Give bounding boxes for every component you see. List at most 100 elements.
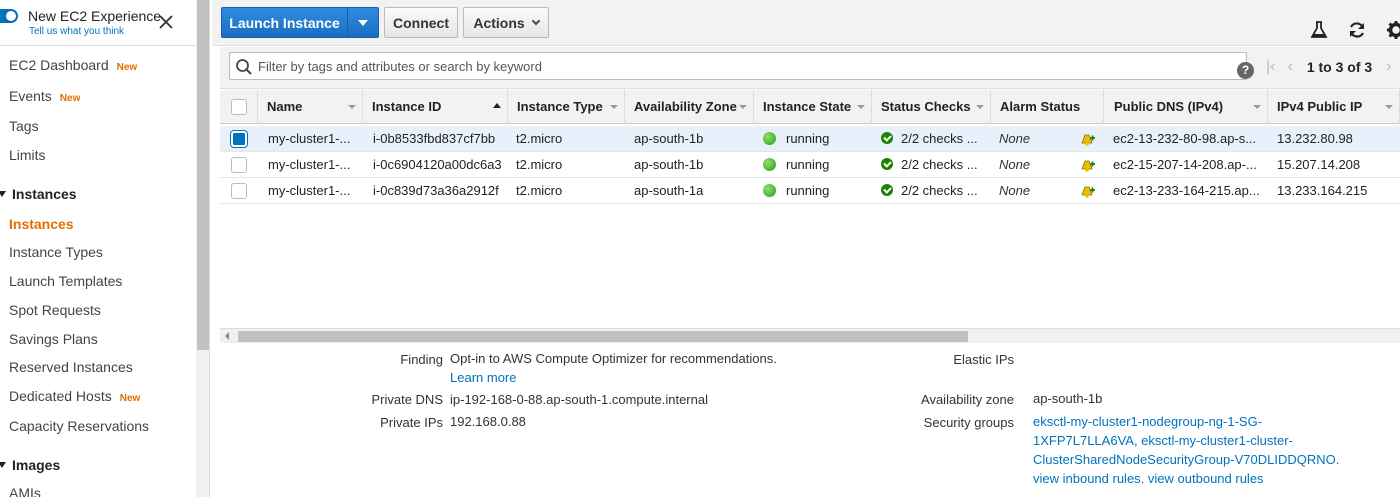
state-label: running [786,183,830,198]
sidebar-item-label: Reserved Instances [9,359,133,375]
column-header-status-checks[interactable]: Status Checks [872,90,991,124]
sidebar-item-capacity-reservations[interactable]: Capacity Reservations [9,418,149,434]
sidebar-item-dedicated-hosts[interactable]: Dedicated Hosts New [9,388,140,404]
launch-instance-dropdown-button[interactable] [347,7,379,38]
checks-label: 2/2 checks ... [901,131,978,146]
sidebar-item-instances[interactable]: Instances [9,216,74,232]
close-icon[interactable] [158,14,174,30]
actions-button[interactable]: Actions [463,7,549,38]
feedback-link[interactable]: Tell us what you think [29,26,124,37]
column-header-availability-zone[interactable]: Availability Zone [625,90,754,124]
cell-name: my-cluster1-... [268,157,351,172]
learn-more-link[interactable]: Learn more [450,370,516,385]
state-label: running [786,157,830,172]
column-label: Instance Type [517,99,603,114]
new-badge: New [59,93,81,104]
scroll-left-icon[interactable] [225,332,229,340]
table-row[interactable]: my-cluster1-... i-0b8533fbd837cf7bb t2.m… [220,126,1400,152]
scrollbar-thumb[interactable] [197,0,209,350]
security-groups-links[interactable]: eksctl-my-cluster1-nodegroup-ng-1-SG- 1X… [1033,412,1339,488]
cell-public-dns: ec2-15-207-14-208.ap-... [1113,157,1257,172]
sidebar-section-images[interactable]: Images [0,457,60,473]
column-header-instance-id[interactable]: Instance ID [363,90,508,124]
help-icon[interactable]: ? [1237,62,1254,79]
rules-links: view inbound rules. view outbound rules [1033,469,1339,488]
availability-zone-value: ap-south-1b [1033,391,1103,406]
cell-instance-state: running [763,126,829,152]
column-header-ipv4-public-ip[interactable]: IPv4 Public IP [1268,90,1400,124]
launch-instance-button[interactable]: Launch Instance [221,7,348,38]
security-groups-label: Security groups [923,415,1014,430]
filter-bar: ? |‹ ‹ 1 to 3 of 3 › [220,47,1400,89]
cell-public-dns: ec2-13-233-164-215.ap... [1113,183,1260,198]
connect-button[interactable]: Connect [384,7,458,38]
gear-icon[interactable] [1386,20,1400,40]
view-outbound-rules-link[interactable]: view outbound rules [1148,471,1264,486]
cell-availability-zone: ap-south-1b [634,131,704,146]
finding-value: Opt-in to AWS Compute Optimizer for reco… [450,351,777,366]
sidebar-item-amis[interactable]: AMIs [9,485,41,497]
select-all-checkbox[interactable] [231,99,247,115]
refresh-icon[interactable] [1347,20,1367,40]
sidebar-item-ec2-dashboard[interactable]: EC2 Dashboard New [9,57,137,73]
column-header-instance-state[interactable]: Instance State [754,90,872,124]
row-checkbox[interactable] [231,131,247,147]
private-ips-label: Private IPs [380,415,443,430]
sidebar-item-savings-plans[interactable]: Savings Plans [9,331,98,347]
table-row[interactable]: my-cluster1-... i-0c6904120a00dc6a3 t2.m… [220,152,1400,178]
chevron-down-icon [531,16,540,25]
security-group-line[interactable]: eksctl-my-cluster1-nodegroup-ng-1-SG- [1033,412,1339,431]
create-alarm-icon[interactable] [1079,132,1095,146]
table-horizontal-scrollbar[interactable] [220,328,1400,343]
sidebar-item-label: AMIs [9,485,41,497]
column-label: IPv4 Public IP [1277,99,1363,114]
caret-down-icon [358,19,368,26]
row-checkbox[interactable] [231,183,247,199]
sidebar-scrollbar[interactable] [196,0,210,497]
create-alarm-icon[interactable] [1079,158,1095,172]
security-group-line[interactable]: ClusterSharedNodeSecurityGroup-V70DLIDDQ… [1033,450,1339,469]
cell-ipv4-public-ip: 13.232.80.98 [1277,131,1353,146]
sidebar-item-events[interactable]: Events New [9,88,80,104]
sidebar-item-instance-types[interactable]: Instance Types [9,244,103,260]
sidebar-item-spot-requests[interactable]: Spot Requests [9,302,101,318]
column-header-name[interactable]: Name [258,90,363,124]
flask-icon[interactable] [1309,20,1329,40]
sidebar-item-reserved-instances[interactable]: Reserved Instances [9,359,133,375]
column-header-alarm-status[interactable]: Alarm Status [991,90,1104,124]
search-input[interactable] [258,54,1218,78]
sort-icon [610,105,618,109]
column-header-instance-type[interactable]: Instance Type [508,90,625,124]
first-page-icon[interactable]: |‹ [1266,58,1275,76]
view-inbound-rules-link[interactable]: view inbound rules [1033,471,1141,486]
new-badge: New [119,393,141,404]
new-experience-toggle[interactable] [0,9,18,23]
scrollbar-thumb[interactable] [238,331,968,342]
table-row[interactable]: my-cluster1-... i-0c839d73a36a2912f t2.m… [220,178,1400,204]
pagination: |‹ ‹ 1 to 3 of 3 › [1260,58,1398,76]
section-label: Instances [12,186,77,202]
create-alarm-icon[interactable] [1079,184,1095,198]
column-header-public-dns[interactable]: Public DNS (IPv4) [1104,90,1268,124]
next-page-icon[interactable]: › [1386,58,1391,76]
table-header: Name Instance ID Instance Type Availabil… [220,90,1400,124]
cell-availability-zone: ap-south-1a [634,183,704,198]
sidebar-item-limits[interactable]: Limits [9,147,46,163]
search-box[interactable]: ? [229,52,1254,80]
separator: . [1140,471,1148,486]
checks-label: 2/2 checks ... [901,157,978,172]
prev-page-icon[interactable]: ‹ [1287,58,1292,76]
row-checkbox[interactable] [231,157,247,173]
check-icon [881,132,893,144]
sidebar-item-launch-templates[interactable]: Launch Templates [9,273,122,289]
security-group-line[interactable]: 1XFP7L7LLA6VA, eksctl-my-cluster1-cluste… [1033,431,1339,450]
sort-icon [1385,105,1393,109]
checks-label: 2/2 checks ... [901,183,978,198]
sort-icon [739,105,747,109]
check-icon [881,158,893,170]
cell-instance-id: i-0b8533fbd837cf7bb [373,131,496,146]
actions-label: Actions [473,14,525,31]
search-icon [236,59,252,75]
sidebar-item-tags[interactable]: Tags [9,118,39,134]
sidebar-section-instances[interactable]: Instances [0,186,77,202]
